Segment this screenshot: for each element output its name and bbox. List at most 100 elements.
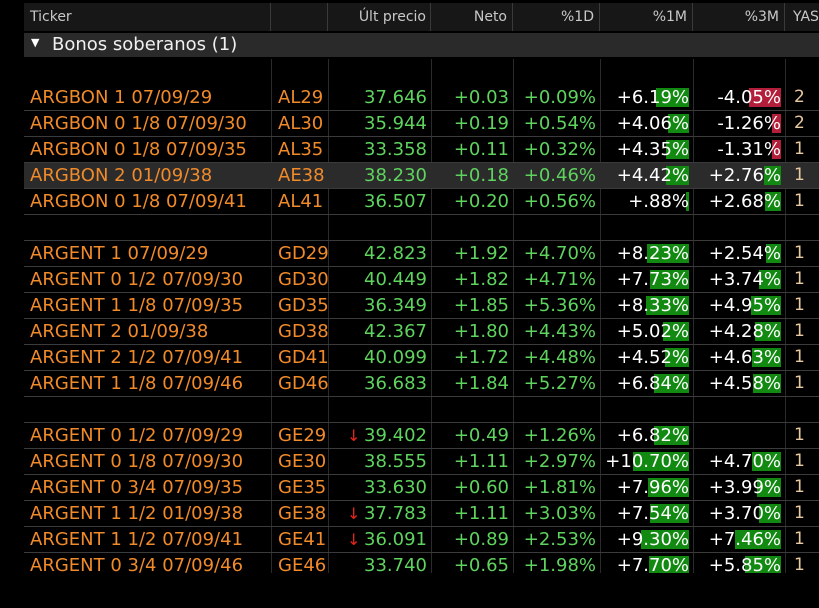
table-row[interactable]: ARGBON 0 1/8 07/09/41 AL41 36.507 +0.20 +0.5… xyxy=(24,189,819,215)
table-row[interactable]: ARGENT 1 07/09/29 GD29 42.823 +1.92 +4.70% +8… xyxy=(24,241,819,267)
net-cell: +1.80 xyxy=(453,321,509,342)
table-row[interactable]: ARGENT 2 01/09/38 GD38 42.367 +1.80 +4.43% +5… xyxy=(24,319,819,345)
pct-value: +4.58% xyxy=(708,373,781,394)
yas-cell: 1 xyxy=(794,477,805,497)
table-row[interactable]: ARGBON 0 1/8 07/09/30 AL30 35.944 +0.19 +0.5… xyxy=(24,111,819,137)
table-row[interactable]: ARGBON 2 01/09/38 AE38 38.230 +0.18 +0.46% +4… xyxy=(24,163,819,189)
pct-1m-cell: +7.54% xyxy=(600,501,693,526)
table-row[interactable]: ARGENT 2 1/2 07/09/41 GD41 40.099 +1.72 +4.4… xyxy=(24,345,819,371)
pct-value: +4.06% xyxy=(616,113,689,134)
last-price-cell: 38.555 xyxy=(364,451,427,472)
last-price-cell: 40.099 xyxy=(364,347,427,368)
pct-1m-cell: +9.30% xyxy=(600,527,693,552)
pct-3m-cell: +4.28% xyxy=(693,319,785,344)
net-cell: +0.03 xyxy=(453,87,509,108)
pct-value: +8.33% xyxy=(616,295,689,316)
yas-cell: 1 xyxy=(794,425,805,445)
pct-value: +2.54% xyxy=(708,243,781,264)
table-row[interactable]: ARGENT 1 1/8 07/09/46 GD46 36.683 +1.84 +5.2… xyxy=(24,371,819,397)
ticker-cell: ARGBON 1 07/09/29 xyxy=(30,87,213,108)
table-row[interactable]: ARGENT 0 1/2 07/09/30 GD30 40.449 +1.82 +4.7… xyxy=(24,267,819,293)
ticker-cell: ARGENT 2 1/2 07/09/41 xyxy=(30,347,244,368)
group-header-sovereign-bonds[interactable]: ▼ Bonos soberanos (1) xyxy=(24,33,819,57)
pct-1m-cell: +5.02% xyxy=(600,319,693,344)
header-yas[interactable]: YAS xyxy=(785,3,819,31)
pct-1m-cell: +7.96% xyxy=(600,475,693,500)
pct-value: +7.73% xyxy=(616,269,689,290)
table-row[interactable]: ARGENT 0 3/4 07/09/46 GE46 33.740 +0.65 +1.9… xyxy=(24,553,819,573)
net-cell: +0.49 xyxy=(453,425,509,446)
net-cell: +1.11 xyxy=(453,503,509,524)
column-header-row: Ticker Últ precio Neto %1D %1M %3M YAS xyxy=(24,3,819,31)
pct-3m-cell: +2.76% xyxy=(693,163,785,188)
pct-1d-cell: +1.26% xyxy=(523,425,596,446)
last-price-cell: 38.230 xyxy=(364,165,427,186)
pct-value: -4.05% xyxy=(717,87,781,108)
header-code[interactable] xyxy=(271,3,328,31)
last-price-cell: 42.367 xyxy=(364,321,427,342)
header-net[interactable]: Neto xyxy=(431,3,513,31)
last-price-cell: 42.823 xyxy=(364,243,427,264)
net-cell: +0.60 xyxy=(453,477,509,498)
code-cell: GE29 xyxy=(278,425,327,446)
pct-1m-cell: +6.19% xyxy=(600,85,693,110)
pct-value: +3.74% xyxy=(708,269,781,290)
yas-cell: 2 xyxy=(794,87,805,107)
last-price-cell: 36.091 xyxy=(364,529,427,550)
header-pct-1d[interactable]: %1D xyxy=(513,3,600,31)
table-row[interactable]: ARGBON 0 1/8 07/09/35 AL35 33.358 +0.11 +0.3… xyxy=(24,137,819,163)
pct-value: +5.02% xyxy=(616,321,689,342)
pct-value: +7.46% xyxy=(708,529,781,550)
code-cell: AE38 xyxy=(278,165,325,186)
header-pct-1m[interactable]: %1M xyxy=(600,3,693,31)
header-ticker[interactable]: Ticker xyxy=(24,3,271,31)
pct-1m-cell: +4.52% xyxy=(600,345,693,370)
ticker-cell: ARGENT 1 07/09/29 xyxy=(30,243,209,264)
pct-value: +9.30% xyxy=(616,529,689,550)
pct-1m-cell: +10.70% xyxy=(600,449,693,474)
code-cell: GD38 xyxy=(278,321,329,342)
table-row[interactable]: ARGENT 0 1/8 07/09/30 GE30 38.555 +1.11 +2.9… xyxy=(24,449,819,475)
table-row[interactable]: ARGBON 1 07/09/29 AL29 37.646 +0.03 +0.09% +6… xyxy=(24,85,819,111)
pct-3m-cell: +4.58% xyxy=(693,371,785,396)
last-price-cell: 37.646 xyxy=(364,87,427,108)
pct-1d-cell: +0.32% xyxy=(523,139,596,160)
header-pct-3m[interactable]: %3M xyxy=(693,3,785,31)
caret-down-icon[interactable]: ▼ xyxy=(31,36,39,49)
ticker-cell: ARGBON 2 01/09/38 xyxy=(30,165,213,186)
code-cell: GE41 xyxy=(278,529,327,550)
pct-3m-cell: +4.70% xyxy=(693,449,785,474)
pct-value: +7.70% xyxy=(616,555,689,573)
pct-1d-cell: +2.53% xyxy=(523,529,596,550)
net-cell: +1.82 xyxy=(453,269,509,290)
last-price-cell: 36.349 xyxy=(364,295,427,316)
table-row[interactable]: ARGENT 1 1/8 07/09/35 GD35 36.349 +1.85 +5.3… xyxy=(24,293,819,319)
pct-3m-cell xyxy=(693,423,785,448)
yas-cell: 1 xyxy=(794,451,805,471)
pct-value: +8.23% xyxy=(616,243,689,264)
yas-cell: 1 xyxy=(794,295,805,315)
table-row[interactable]: ARGENT 0 1/2 07/09/29 GE29 ↓ 39.402 +0.49 +1.… xyxy=(24,423,819,449)
pct-value: +5.85% xyxy=(708,555,781,573)
pct-value: +4.52% xyxy=(616,347,689,368)
table-row[interactable]: ARGENT 1 1/2 07/09/41 GE41 ↓ 36.091 +0.89 +2.… xyxy=(24,527,819,553)
last-price-cell: 40.449 xyxy=(364,269,427,290)
header-last-price[interactable]: Últ precio xyxy=(328,3,431,31)
table-row[interactable]: ARGENT 0 3/4 07/09/35 GE35 33.630 +0.60 +1.8… xyxy=(24,475,819,501)
pct-3m-cell: +4.63% xyxy=(693,345,785,370)
table-row[interactable]: ARGENT 1 1/2 01/09/38 GE38 ↓ 37.783 +1.11 +3.… xyxy=(24,501,819,527)
pct-value: +4.35% xyxy=(616,139,689,160)
ticker-cell: ARGENT 0 1/8 07/09/30 xyxy=(30,451,244,472)
yas-cell: 1 xyxy=(794,243,805,263)
code-cell: GE46 xyxy=(278,555,327,573)
pct-1d-cell: +0.09% xyxy=(523,87,596,108)
last-price-cell: 33.630 xyxy=(364,477,427,498)
pct-1d-cell: +0.46% xyxy=(523,165,596,186)
pct-value: +4.63% xyxy=(708,347,781,368)
pct-value: +4.95% xyxy=(708,295,781,316)
pct-3m-cell: +5.85% xyxy=(693,553,785,573)
yas-cell: 1 xyxy=(794,529,805,549)
code-cell: AL30 xyxy=(278,113,324,134)
pct-3m-cell: +3.74% xyxy=(693,267,785,292)
pct-value: +10.70% xyxy=(605,451,689,472)
